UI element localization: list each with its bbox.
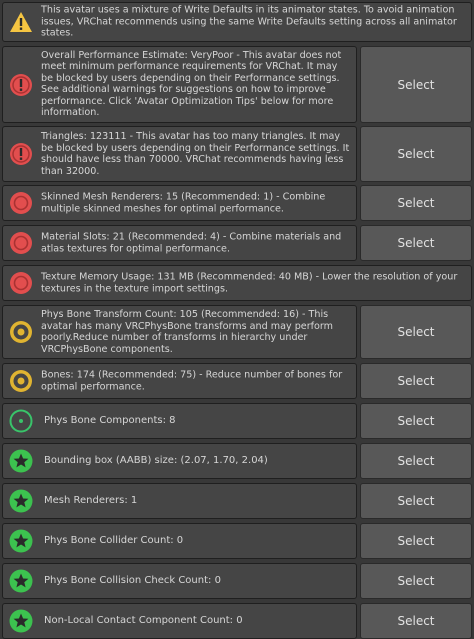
message-text: Phys Bone Transform Count: 105 (Recommen… [41, 308, 334, 355]
good-message: Mesh Renderers: 1 [2, 483, 357, 519]
select-button[interactable]: Select [360, 563, 472, 599]
good-star-icon [9, 609, 33, 633]
error-circle-icon [10, 232, 32, 254]
list-item: Material Slots: 21 (Recommended: 4) - Co… [2, 225, 472, 261]
select-button[interactable]: Select [360, 305, 472, 359]
select-button[interactable]: Select [360, 443, 472, 479]
warning-ring-icon [10, 370, 32, 392]
message-text: Bones: 174 (Recommended: 75) - Reduce nu… [41, 369, 343, 392]
message-text: Triangles: 123111 - This avatar has too … [41, 130, 350, 177]
message-text: Skinned Mesh Renderers: 15 (Recommended:… [41, 191, 326, 214]
message-text: Phys Bone Collider Count: 0 [44, 535, 184, 546]
error-message: Material Slots: 21 (Recommended: 4) - Co… [2, 225, 357, 261]
select-button[interactable]: Select [360, 483, 472, 519]
message-text: Texture Memory Usage: 131 MB (Recommende… [41, 271, 458, 294]
warning-message: This avatar uses a mixture of Write Defa… [2, 2, 472, 42]
message-text: Non-Local Contact Component Count: 0 [44, 615, 243, 626]
good-message: Non-Local Contact Component Count: 0 [2, 603, 357, 639]
warning-message: Phys Bone Transform Count: 105 (Recommen… [2, 305, 357, 359]
list-item: Non-Local Contact Component Count: 0 Sel… [2, 603, 472, 639]
message-text: Material Slots: 21 (Recommended: 4) - Co… [41, 231, 342, 254]
select-button[interactable]: Select [360, 126, 472, 182]
select-button[interactable]: Select [360, 403, 472, 439]
message-text: Phys Bone Collision Check Count: 0 [44, 575, 221, 586]
select-button[interactable]: Select [360, 185, 472, 221]
error-exclamation-icon [10, 73, 32, 96]
select-button[interactable]: Select [360, 603, 472, 639]
info-dot-icon [9, 409, 33, 433]
error-exclamation-icon [10, 143, 32, 165]
error-circle-icon [10, 192, 32, 214]
list-item: Phys Bone Collision Check Count: 0 Selec… [2, 563, 472, 599]
good-star-icon [9, 489, 33, 513]
select-button[interactable]: Select [360, 225, 472, 261]
warning-ring-icon [10, 321, 32, 343]
message-text: Overall Performance Estimate: VeryPoor -… [41, 49, 342, 119]
list-item: Phys Bone Components: 8 Select [2, 403, 472, 439]
error-message: Triangles: 123111 - This avatar has too … [2, 126, 357, 182]
good-message: Phys Bone Collider Count: 0 [2, 523, 357, 559]
good-message: Bounding box (AABB) size: (2.07, 1.70, 2… [2, 443, 357, 479]
select-button[interactable]: Select [360, 363, 472, 399]
error-message: Texture Memory Usage: 131 MB (Recommende… [2, 265, 472, 301]
list-item: Overall Performance Estimate: VeryPoor -… [2, 46, 472, 123]
good-star-icon [9, 529, 33, 553]
message-text: This avatar uses a mixture of Write Defa… [41, 4, 457, 39]
list-item: Phys Bone Collider Count: 0 Select [2, 523, 472, 559]
list-item: Phys Bone Transform Count: 105 (Recommen… [2, 305, 472, 359]
list-item: Bones: 174 (Recommended: 75) - Reduce nu… [2, 363, 472, 399]
message-text: Phys Bone Components: 8 [44, 415, 176, 426]
good-star-icon [9, 569, 33, 593]
list-item: Skinned Mesh Renderers: 15 (Recommended:… [2, 185, 472, 221]
message-text: Bounding box (AABB) size: (2.07, 1.70, 2… [44, 455, 268, 466]
list-item: This avatar uses a mixture of Write Defa… [2, 2, 472, 42]
good-star-icon [9, 449, 33, 473]
list-item: Triangles: 123111 - This avatar has too … [2, 126, 472, 182]
select-button[interactable]: Select [360, 46, 472, 123]
list-item: Bounding box (AABB) size: (2.07, 1.70, 2… [2, 443, 472, 479]
list-item: Texture Memory Usage: 131 MB (Recommende… [2, 265, 472, 301]
error-circle-icon [10, 272, 32, 294]
info-message: Phys Bone Components: 8 [2, 403, 357, 439]
select-button[interactable]: Select [360, 523, 472, 559]
error-message: Overall Performance Estimate: VeryPoor -… [2, 46, 357, 123]
message-text: Mesh Renderers: 1 [44, 495, 138, 506]
error-message: Skinned Mesh Renderers: 15 (Recommended:… [2, 185, 357, 221]
list-item: Mesh Renderers: 1 Select [2, 483, 472, 519]
warning-message: Bones: 174 (Recommended: 75) - Reduce nu… [2, 363, 357, 399]
good-message: Phys Bone Collision Check Count: 0 [2, 563, 357, 599]
warning-triangle-icon [10, 12, 32, 32]
